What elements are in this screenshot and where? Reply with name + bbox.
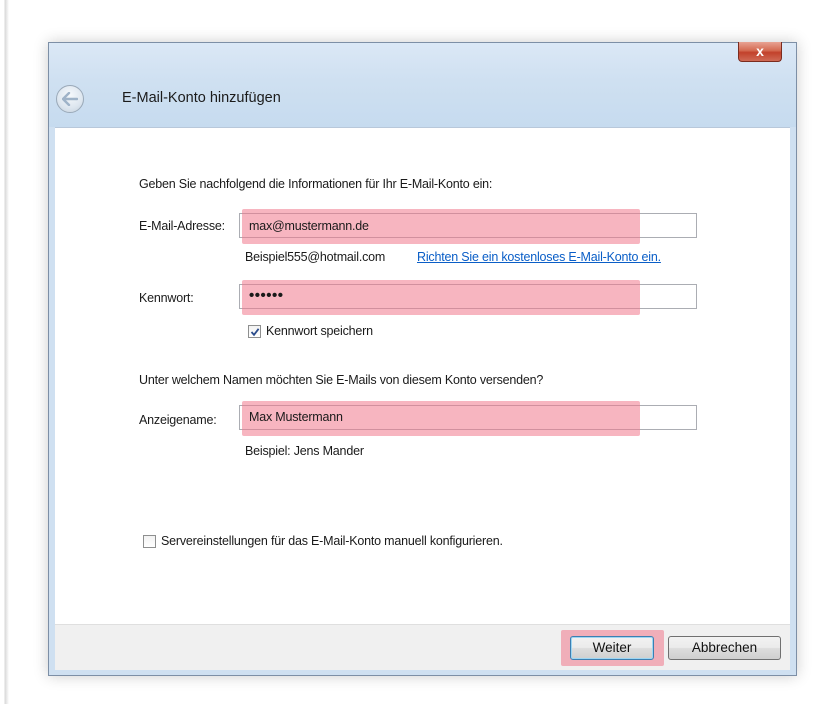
email-value: max@mustermann.de	[249, 219, 369, 233]
dialog-title: E-Mail-Konto hinzufügen	[122, 90, 281, 106]
background-window-edge	[0, 0, 9, 704]
back-arrow-icon	[62, 92, 78, 106]
display-name-value: Max Mustermann	[249, 410, 343, 424]
name-question: Unter welchem Namen möchten Sie E-Mails …	[139, 373, 544, 387]
back-button[interactable]	[56, 85, 84, 113]
password-highlight	[242, 280, 640, 315]
remember-password-label: Kennwort speichern	[266, 324, 373, 338]
next-button[interactable]: Weiter	[570, 636, 654, 660]
dialog-footer: Weiter Abbrechen	[55, 624, 790, 670]
add-email-account-dialog: x E-Mail-Konto hinzufügen Geben Sie nach…	[48, 42, 797, 676]
create-free-account-link[interactable]: Richten Sie ein kostenloses E-Mail-Konto…	[417, 250, 661, 264]
email-example: Beispiel555@hotmail.com	[245, 250, 386, 264]
email-label: E-Mail-Adresse:	[139, 219, 225, 233]
dialog-content: Geben Sie nachfolgend die Informationen …	[55, 127, 790, 624]
checkmark-icon	[250, 327, 259, 336]
title-bar: x E-Mail-Konto hinzufügen	[49, 42, 796, 127]
close-button[interactable]: x	[738, 42, 782, 62]
intro-text: Geben Sie nachfolgend die Informationen …	[139, 177, 493, 191]
password-label: Kennwort:	[139, 291, 194, 305]
display-name-example: Beispiel: Jens Mander	[245, 444, 364, 458]
remember-password-checkbox[interactable]	[248, 325, 261, 338]
password-value: ••••••	[249, 287, 284, 304]
cancel-button[interactable]: Abbrechen	[668, 636, 781, 660]
close-icon: x	[756, 43, 764, 59]
manual-config-label: Servereinstellungen für das E-Mail-Konto…	[161, 534, 503, 548]
display-name-label: Anzeigename:	[139, 413, 217, 427]
manual-config-checkbox[interactable]	[143, 535, 156, 548]
